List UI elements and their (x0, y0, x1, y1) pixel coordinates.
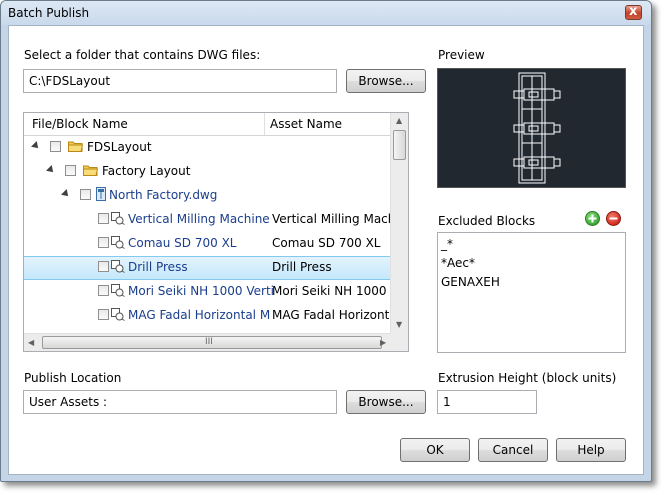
folder-browse-button[interactable]: Browse... (346, 69, 426, 93)
block-icon (111, 284, 125, 297)
folder-icon (68, 141, 83, 152)
tree-checkbox[interactable] (98, 309, 109, 320)
tree-row-block[interactable]: MAG Fadal Horizontal M MAG Fadal Horizon… (24, 304, 408, 328)
scroll-down-arrow-icon[interactable]: ▼ (396, 320, 402, 329)
tree-item-name: Comau SD 700 XL (128, 236, 237, 250)
dwg-file-icon (96, 187, 106, 201)
folder-label: Select a folder that contains DWG files: (24, 48, 261, 62)
tree-checkbox[interactable] (98, 213, 109, 224)
cancel-button[interactable]: Cancel (478, 438, 548, 462)
file-block-tree[interactable]: File/Block Name Asset Name FDSLayout Fac… (23, 112, 409, 352)
scroll-corner (390, 333, 408, 351)
publish-location-input[interactable]: User Assets : (23, 390, 337, 414)
tree-row-block[interactable]: Vertical Milling Machine Vertical Millin… (24, 208, 408, 232)
tree-item-asset: Drill Press (272, 260, 332, 274)
block-icon (111, 212, 125, 225)
tree-item-asset: Mori Seiki NH 1000 Vertic (272, 284, 408, 298)
scroll-right-arrow-icon[interactable]: ▶ (380, 338, 386, 347)
expand-arrow-icon[interactable] (46, 165, 56, 175)
excluded-blocks-list[interactable]: _* *Aec* GENAXEH (437, 232, 626, 353)
tree-row-north-factory-dwg[interactable]: North Factory.dwg (24, 184, 390, 208)
preview-label: Preview (438, 48, 485, 62)
tree-item-name: Mori Seiki NH 1000 Verti (128, 284, 275, 298)
tree-item-asset: Vertical Milling Machine (272, 212, 409, 226)
help-button[interactable]: Help (556, 438, 626, 462)
tree-header: File/Block Name Asset Name (24, 113, 390, 136)
tree-checkbox[interactable] (98, 237, 109, 248)
tree-row-block[interactable]: Comau SD 700 XL Comau SD 700 XL (24, 232, 390, 256)
excluded-blocks-label: Excluded Blocks (438, 214, 536, 228)
expand-arrow-icon[interactable] (31, 141, 41, 151)
publish-location-label: Publish Location (24, 371, 122, 385)
column-header-asset-name[interactable]: Asset Name (270, 117, 342, 131)
close-button[interactable]: x (625, 4, 642, 20)
tree-checkbox[interactable] (50, 141, 61, 152)
tree-item-name: FDSLayout (87, 140, 152, 154)
publish-browse-button[interactable]: Browse... (346, 390, 426, 414)
title-bar[interactable]: Batch Publish x (1, 1, 651, 25)
tree-row-block-selected[interactable]: Drill Press Drill Press (24, 256, 390, 280)
add-excluded-button[interactable] (585, 211, 600, 226)
drill-press-preview-image (513, 72, 561, 184)
scroll-grip: III (205, 337, 213, 347)
tree-vertical-scrollbar[interactable]: ▲ ▼ (390, 113, 408, 333)
plus-icon (588, 214, 597, 223)
window-title: Batch Publish (8, 6, 90, 20)
vertical-scroll-thumb[interactable] (393, 130, 406, 160)
tree-horizontal-scrollbar[interactable]: ◀ III ▶ (24, 333, 390, 351)
tree-checkbox[interactable] (65, 165, 76, 176)
folder-path-input[interactable]: C:\FDSLayout (23, 69, 337, 93)
block-icon (111, 308, 125, 321)
tree-checkbox[interactable] (98, 285, 109, 296)
excluded-list-item[interactable]: GENAXEH (441, 273, 622, 292)
extrusion-height-label: Extrusion Height (block units) (438, 371, 617, 385)
tree-item-name: North Factory.dwg (109, 188, 218, 202)
extrusion-height-input[interactable]: 1 (437, 390, 537, 414)
block-preview (437, 68, 626, 188)
remove-excluded-button[interactable] (606, 211, 621, 226)
tree-item-name: MAG Fadal Horizontal M (128, 308, 271, 322)
scroll-left-arrow-icon[interactable]: ◀ (28, 338, 34, 347)
excluded-list-item[interactable]: _* (441, 235, 622, 254)
block-icon (111, 260, 125, 273)
tree-row-fdslayout[interactable]: FDSLayout (24, 136, 390, 160)
batch-publish-dialog: Batch Publish x Select a folder that con… (0, 0, 652, 482)
block-icon (111, 236, 125, 249)
excluded-list-item[interactable]: *Aec* (441, 254, 622, 273)
tree-checkbox[interactable] (80, 189, 91, 200)
tree-item-name: Vertical Milling Machine (128, 212, 270, 226)
horizontal-scroll-thumb[interactable]: III (42, 336, 382, 349)
tree-item-name: Drill Press (128, 260, 188, 274)
tree-row-block[interactable]: Mori Seiki NH 1000 Verti Mori Seiki NH 1… (24, 280, 408, 304)
expand-arrow-icon[interactable] (61, 189, 71, 199)
tree-item-name: Factory Layout (102, 164, 191, 178)
close-icon: x (629, 4, 638, 19)
tree-item-asset: MAG Fadal Horizontal Ma (272, 308, 409, 322)
minus-icon (609, 217, 618, 220)
column-separator[interactable] (264, 113, 265, 135)
folder-icon (83, 165, 98, 176)
tree-row-factory-layout[interactable]: Factory Layout (24, 160, 390, 184)
tree-checkbox[interactable] (98, 261, 109, 272)
ok-button[interactable]: OK (400, 438, 470, 462)
column-header-file-block-name[interactable]: File/Block Name (32, 117, 128, 131)
scroll-up-arrow-icon[interactable]: ▲ (396, 116, 402, 125)
tree-item-asset: Comau SD 700 XL (272, 236, 381, 250)
dialog-body: Select a folder that contains DWG files:… (8, 25, 644, 475)
